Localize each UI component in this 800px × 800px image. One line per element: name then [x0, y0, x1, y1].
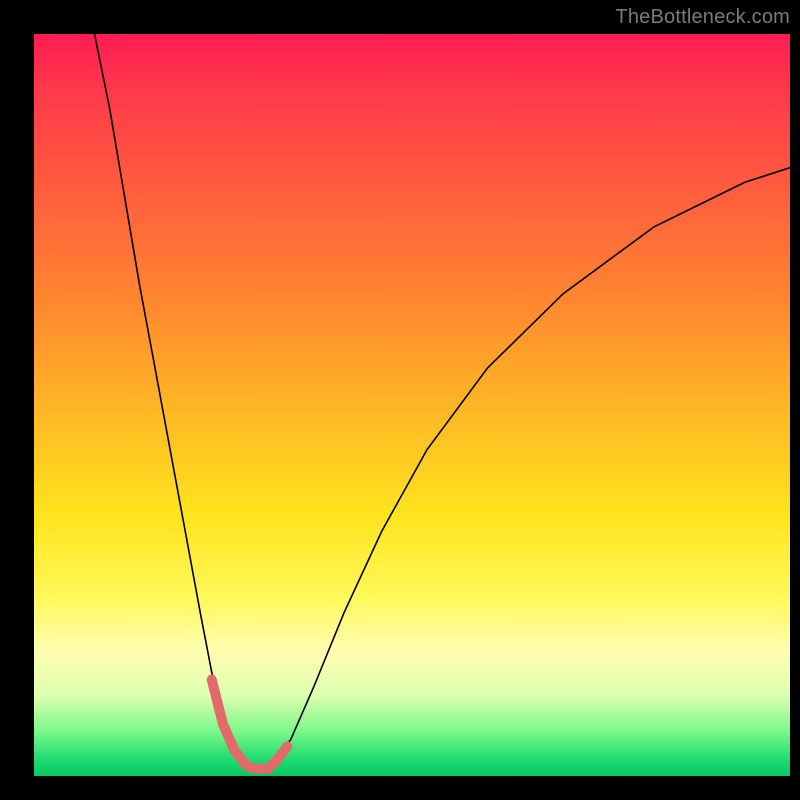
attribution-text: TheBottleneck.com	[615, 6, 790, 29]
curve-layer	[34, 34, 790, 776]
bottleneck-curve-path	[95, 34, 791, 769]
bottleneck-marker-path	[212, 680, 288, 769]
plot-area	[34, 34, 790, 776]
chart-stage: TheBottleneck.com	[0, 0, 800, 800]
